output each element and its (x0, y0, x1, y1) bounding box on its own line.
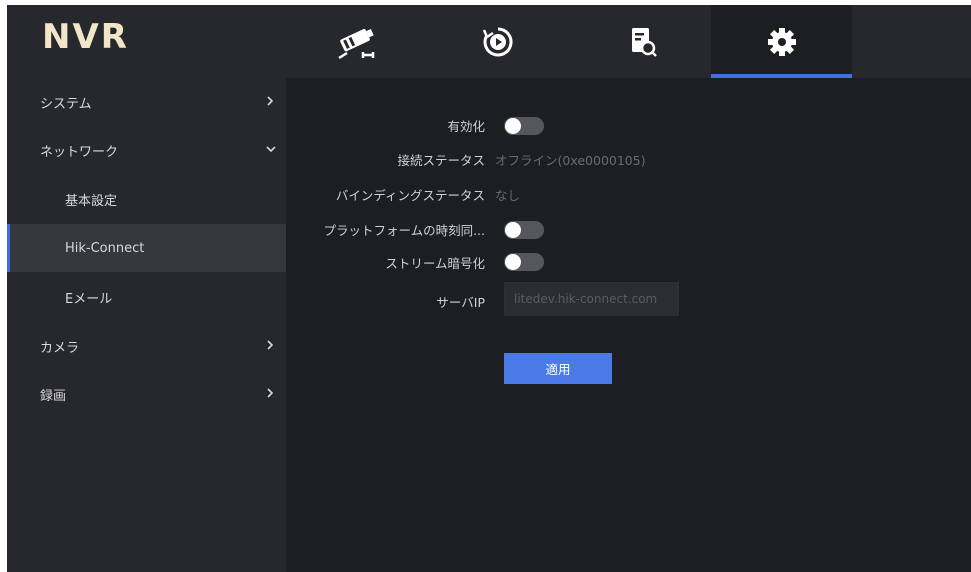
sidebar-item-basic-settings[interactable]: 基本設定 (7, 175, 286, 223)
sidebar-item-label: ネットワーク (40, 144, 119, 160)
sidebar-item-label: カメラ (40, 340, 80, 356)
sidebar-item-recording[interactable]: 録画 (7, 370, 286, 418)
sidebar-item-label: Eメール (65, 291, 113, 307)
toggle-knob (505, 254, 521, 270)
tab-live-view[interactable] (293, 5, 423, 78)
sidebar-item-network[interactable]: ネットワーク (7, 126, 286, 174)
playback-icon (481, 25, 515, 59)
sidebar-item-label: システム (40, 96, 92, 112)
top-bar: NVR (7, 5, 971, 78)
toggle-knob (505, 222, 521, 238)
connection-status-value: オフライン(0xe0000105) (495, 153, 646, 168)
server-ip-input[interactable]: litedev.hik-connect.com (504, 282, 679, 316)
sidebar-item-label: 基本設定 (65, 193, 118, 209)
active-tab-indicator (711, 74, 852, 78)
file-search-icon (628, 25, 658, 59)
sidebar-item-label: 録画 (40, 388, 67, 404)
toggle-knob (505, 118, 521, 134)
platform-time-sync-toggle[interactable] (504, 221, 544, 239)
tab-settings[interactable] (711, 5, 852, 78)
tab-playback[interactable] (433, 5, 563, 78)
chevron-down-icon (266, 146, 276, 153)
camera-icon (333, 22, 383, 62)
sidebar-item-system[interactable]: システム (7, 78, 286, 126)
binding-status-value: なし (495, 188, 521, 203)
apply-button[interactable]: 適用 (504, 353, 612, 384)
chevron-right-icon (267, 96, 274, 106)
platform-time-sync-label: プラットフォームの時刻同... (323, 223, 485, 238)
chevron-right-icon (267, 340, 274, 350)
app-logo: NVR (42, 17, 129, 57)
stream-encryption-toggle[interactable] (504, 253, 544, 271)
sidebar: システム ネットワーク 基本設定 Hik-Connect Eメール カメラ 録画 (7, 78, 286, 572)
binding-status-label: バインディングステータス (335, 188, 485, 203)
sidebar-item-hik-connect[interactable]: Hik-Connect (7, 224, 286, 272)
sidebar-item-camera[interactable]: カメラ (7, 322, 286, 370)
tab-search[interactable] (578, 5, 708, 78)
nvr-window: NVR システム ネットワーク 基本設定 Hik-Connect Eメール カメ… (7, 5, 971, 572)
server-ip-label: サーバIP (436, 295, 485, 310)
sidebar-item-email[interactable]: Eメール (7, 273, 286, 321)
chevron-right-icon (267, 388, 274, 398)
stream-encryption-label: ストリーム暗号化 (385, 256, 485, 271)
enable-toggle[interactable] (504, 117, 544, 135)
connection-status-label: 接続ステータス (397, 153, 485, 168)
sidebar-item-label: Hik-Connect (65, 240, 145, 256)
enable-label: 有効化 (447, 119, 485, 134)
gear-icon (766, 26, 798, 58)
